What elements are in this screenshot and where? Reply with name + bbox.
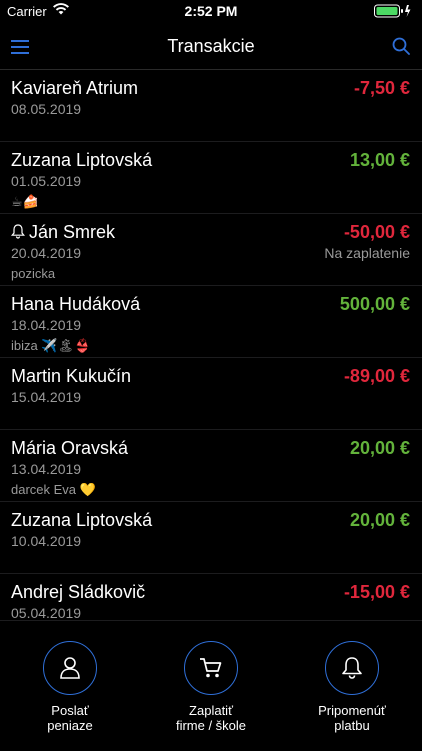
transaction-note: darcek Eva 💛 [11, 482, 96, 497]
status-bar: Carrier 2:52 PM [0, 0, 422, 22]
payee-name: Martin Kukučín [11, 366, 132, 386]
transaction-row[interactable]: Zuzana Liptovská 01.05.2019 ☕🍰 13,00 € [0, 142, 422, 214]
transaction-row[interactable]: Ján Smrek 20.04.2019 pozicka -50,00 € Na… [0, 214, 422, 286]
cart-icon [184, 641, 238, 695]
transaction-amount: -15,00 € [343, 582, 410, 602]
payee-name-wrap: Ján Smrek [10, 222, 116, 244]
pay-company-label: Zaplatiť firme / škole [175, 703, 247, 733]
transaction-amount: -7,50 € [353, 78, 410, 98]
transaction-amount: 20,00 € [349, 438, 410, 458]
payee-name: Kaviareň Atrium [11, 78, 139, 98]
transaction-note: pozicka [11, 266, 56, 281]
transaction-row[interactable]: Zuzana Liptovská 10.04.2019 20,00 € [0, 502, 422, 574]
transaction-amount: -89,00 € [343, 366, 410, 386]
transaction-list: Kaviareň Atrium 08.05.2019 -7,50 € Zuzan… [0, 70, 422, 646]
battery-icon [374, 4, 412, 18]
transaction-row[interactable]: Kaviareň Atrium 08.05.2019 -7,50 € [0, 70, 422, 142]
transaction-date: 15.04.2019 [11, 389, 82, 405]
transaction-date: 20.04.2019 [11, 245, 82, 261]
payment-status: Na zaplatenie [324, 245, 410, 261]
send-money-label: Poslať peniaze [47, 703, 93, 733]
transaction-amount: 20,00 € [349, 510, 410, 530]
remind-payment-button[interactable]: Pripomenúť platbu [292, 641, 412, 733]
search-icon[interactable] [392, 37, 410, 55]
transaction-date: 08.05.2019 [11, 101, 82, 117]
transaction-date: 05.04.2019 [11, 605, 82, 621]
page-title: Transakcie [167, 36, 255, 56]
transaction-row[interactable]: Martin Kukučín 15.04.2019 -89,00 € [0, 358, 422, 430]
transaction-note: ☕🍰 [11, 194, 39, 209]
remind-payment-label: Pripomenúť platbu [318, 703, 386, 733]
pay-company-button[interactable]: Zaplatiť firme / škole [151, 641, 271, 733]
transaction-amount: 13,00 € [349, 150, 410, 170]
payee-name: Ján Smrek [29, 222, 116, 242]
payee-name: Zuzana Liptovská [11, 150, 153, 170]
payee-name: Zuzana Liptovská [11, 510, 153, 530]
payee-name: Hana Hudáková [11, 294, 141, 314]
transaction-date: 01.05.2019 [11, 173, 82, 189]
bell-icon [325, 641, 379, 695]
bell-icon [10, 223, 26, 244]
transaction-date: 13.04.2019 [11, 461, 82, 477]
transaction-note: ibiza ✈️🏝👙 [11, 338, 91, 353]
transaction-amount: -50,00 € [343, 222, 410, 242]
transaction-date: 10.04.2019 [11, 533, 82, 549]
person-icon [43, 641, 97, 695]
payee-name: Mária Oravská [11, 438, 129, 458]
navigation-bar: Transakcie [0, 24, 422, 70]
transaction-row[interactable]: Hana Hudáková 18.04.2019 ibiza ✈️🏝👙 500,… [0, 286, 422, 358]
transaction-amount: 500,00 € [339, 294, 410, 314]
send-money-button[interactable]: Poslať peniaze [10, 641, 130, 733]
clock: 2:52 PM [184, 3, 238, 19]
transaction-date: 18.04.2019 [11, 317, 82, 333]
transaction-row[interactable]: Mária Oravská 13.04.2019 darcek Eva 💛 20… [0, 430, 422, 502]
payee-name: Andrej Sládkovič [11, 582, 146, 602]
action-bar: Poslať peniaze Zaplatiť firme / škole Pr… [0, 620, 422, 751]
